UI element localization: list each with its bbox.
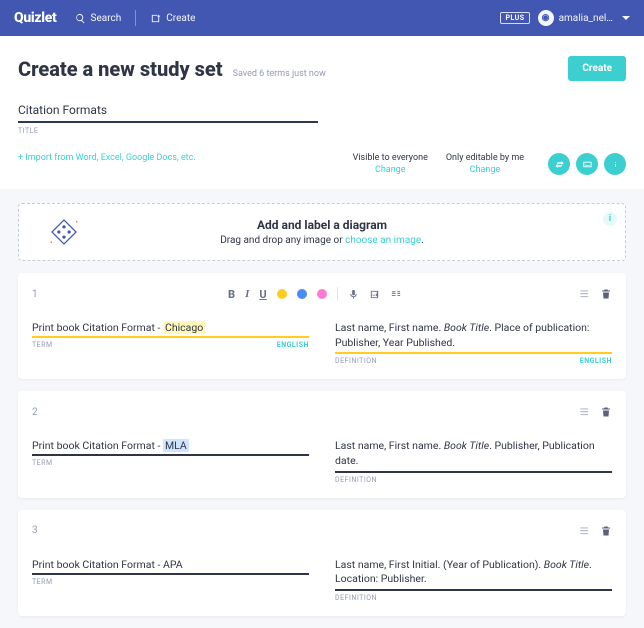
nav-separator — [135, 10, 136, 26]
term-label: TERM — [32, 459, 53, 467]
term-label: TERM — [32, 341, 53, 349]
definition-language[interactable]: ENGLISH — [580, 357, 612, 365]
avatar: ◉ — [538, 10, 554, 26]
editable-change[interactable]: Change — [446, 165, 524, 175]
definition-input[interactable]: Last name, First name. Book Title. Publi… — [335, 437, 612, 472]
term-card: 3 ≡ Print book Citation Format - APA TER… — [18, 510, 626, 616]
card-number: 3 — [32, 525, 50, 536]
term-input[interactable]: Print book Citation Format - APA — [32, 556, 309, 575]
choose-image-link[interactable]: choose an image — [345, 235, 421, 246]
term-card: 2 ≡ Print book Citation Format - MLA TER… — [18, 391, 626, 497]
card-number: 1 — [32, 289, 50, 300]
term-language[interactable]: ENGLISH — [277, 341, 309, 349]
diagram-dropzone[interactable]: i Add and label a diagram Drag and drop … — [18, 203, 626, 261]
visibility-label: Visible to everyone — [353, 153, 428, 163]
chevron-down-icon — [622, 16, 630, 24]
italic-button[interactable]: I — [245, 288, 249, 300]
term-highlight: APA — [163, 558, 183, 571]
definition-input[interactable]: Last name, First name. Book Title. Place… — [335, 319, 612, 354]
format-toolbar: B I U — [50, 287, 580, 301]
trash-icon[interactable] — [600, 525, 612, 537]
create-icon — [150, 13, 161, 24]
diagram-subtext: Drag and drop any image or choose an ima… — [220, 235, 424, 246]
definition-input[interactable]: Last name, First Initial. (Year of Publi… — [335, 556, 612, 591]
more-options-icon[interactable] — [390, 289, 402, 300]
visibility-setting: Visible to everyone Change — [353, 153, 428, 175]
trash-icon[interactable] — [600, 288, 612, 300]
visibility-change[interactable]: Change — [353, 165, 428, 175]
bold-button[interactable]: B — [228, 288, 235, 301]
diagram-info-icon[interactable]: i — [603, 212, 617, 226]
create-label: Create — [166, 13, 195, 24]
trash-icon[interactable] — [600, 406, 612, 418]
drag-handle-icon[interactable]: ≡ — [580, 402, 590, 422]
keyboard-button[interactable] — [576, 153, 598, 175]
set-title-input[interactable] — [18, 99, 318, 123]
search-nav[interactable]: Search — [75, 13, 122, 24]
term-highlight: Chicago — [163, 321, 205, 334]
mic-icon[interactable] — [348, 289, 359, 300]
search-icon — [75, 13, 86, 24]
diagram-icon — [47, 215, 81, 249]
color-pink[interactable] — [317, 289, 327, 299]
term-input[interactable]: Print book Citation Format - MLA — [32, 437, 309, 456]
drag-handle-icon[interactable]: ≡ — [580, 521, 590, 541]
definition-label: DEFINITION — [335, 594, 377, 602]
plus-badge: PLUS — [500, 12, 529, 24]
editable-setting: Only editable by me Change — [446, 153, 524, 175]
swap-button[interactable] — [548, 153, 570, 175]
page-header: Create a new study set Saved 6 terms jus… — [0, 36, 644, 189]
term-label: TERM — [32, 578, 53, 586]
username: amalia_nel… — [559, 13, 613, 24]
page-title: Create a new study set — [18, 57, 223, 81]
term-input[interactable]: Print book Citation Format - Chicago — [32, 319, 309, 338]
term-card: 1 B I U ≡ Pr — [18, 273, 626, 379]
top-nav: Quizlet Search Create PLUS ◉ amalia_nel… — [0, 0, 644, 36]
saved-status: Saved 6 terms just now — [233, 69, 326, 79]
create-nav[interactable]: Create — [150, 13, 195, 24]
create-button[interactable]: Create — [568, 56, 626, 81]
drag-handle-icon[interactable]: ≡ — [580, 284, 590, 304]
set-title-label: TITLE — [18, 127, 318, 135]
diagram-headline: Add and label a diagram — [220, 218, 424, 232]
import-link[interactable]: + Import from Word, Excel, Google Docs, … — [18, 153, 196, 163]
term-highlight: MLA — [163, 439, 189, 452]
definition-label: DEFINITION — [335, 476, 377, 484]
underline-button[interactable]: U — [259, 288, 266, 301]
card-number: 2 — [32, 407, 50, 418]
color-blue[interactable] — [297, 289, 307, 299]
info-button[interactable] — [604, 153, 626, 175]
definition-label: DEFINITION — [335, 357, 377, 365]
color-yellow[interactable] — [277, 289, 287, 299]
user-menu[interactable]: ◉ amalia_nel… — [538, 10, 630, 26]
image-icon[interactable] — [369, 289, 380, 300]
brand-logo[interactable]: Quizlet — [14, 10, 57, 26]
editable-label: Only editable by me — [446, 153, 524, 163]
search-label: Search — [91, 13, 122, 24]
